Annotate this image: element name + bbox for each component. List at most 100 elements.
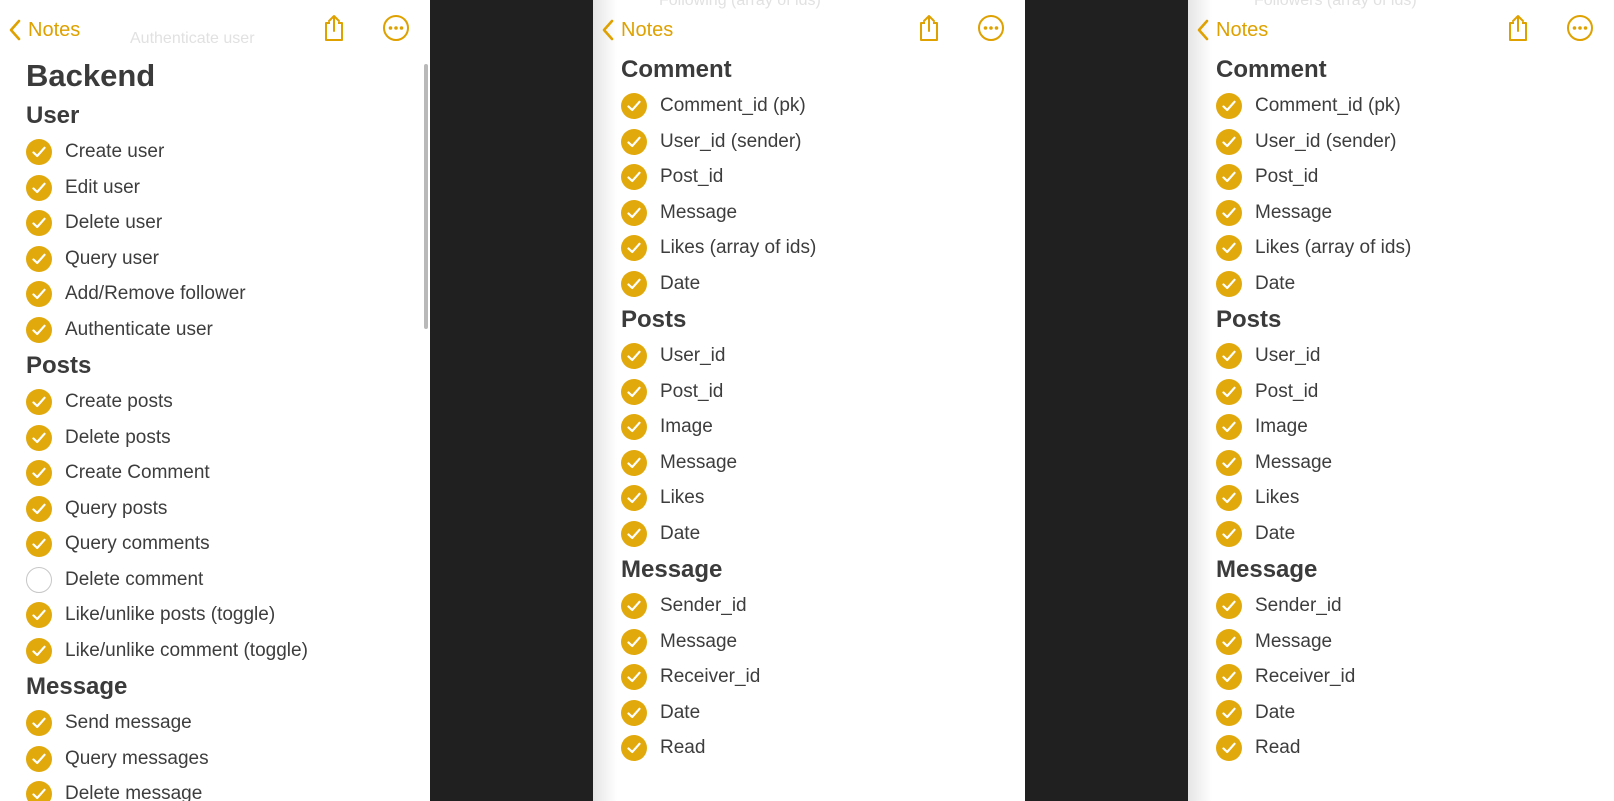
checklist-item: Message	[621, 198, 737, 228]
checkmark-circle-icon[interactable]	[621, 128, 647, 155]
share-icon	[1506, 14, 1530, 47]
checkmark-circle-icon[interactable]	[621, 664, 647, 690]
checklist-item-label: Post_id	[1255, 166, 1319, 187]
checkmark-circle-icon[interactable]	[1216, 414, 1242, 440]
checkmark-circle-icon[interactable]	[26, 602, 52, 628]
checklist-item-label: User_id	[1255, 345, 1321, 366]
checkmark-circle-icon[interactable]	[621, 199, 647, 226]
checklist-item: Like/unlike comment (toggle)	[26, 636, 308, 666]
checkmark-circle-icon[interactable]	[621, 628, 647, 655]
checklist-item-label: User_id (sender)	[660, 130, 802, 152]
checkmark-circle-icon[interactable]	[1216, 628, 1242, 655]
ellipsis-circle-icon	[1566, 14, 1594, 47]
checkmark-circle-icon[interactable]	[621, 343, 647, 369]
checkmark-circle-icon[interactable]	[26, 495, 52, 522]
checkmark-circle-icon[interactable]	[621, 699, 647, 726]
checklist-item: Message	[1216, 198, 1332, 228]
checkmark-circle-icon[interactable]	[1216, 735, 1242, 761]
checklist-item-label: Date	[1255, 522, 1296, 544]
checklist-item: Message	[1216, 627, 1332, 657]
checklist-item-label: Date	[660, 701, 701, 723]
checkmark-circle-icon[interactable]	[26, 174, 52, 201]
checkmark-circle-icon[interactable]	[26, 245, 52, 272]
checklist-item-label: Image	[1255, 416, 1308, 437]
checkmark-circle-icon[interactable]	[621, 270, 647, 297]
checkmark-circle-icon[interactable]	[621, 414, 647, 440]
checklist-item-label: Sender_id	[1255, 595, 1342, 616]
checkmark-circle-icon[interactable]	[621, 449, 647, 476]
checkmark-circle-icon[interactable]	[621, 235, 647, 261]
checkmark-circle-icon[interactable]	[1216, 128, 1242, 155]
checklist-item: Post_id	[1216, 162, 1318, 192]
checklist-item: Send message	[26, 708, 192, 738]
checkmark-circle-icon[interactable]	[621, 93, 647, 119]
back-button[interactable]: Notes	[1196, 16, 1268, 44]
checkmark-circle-icon[interactable]	[1216, 343, 1242, 369]
checklist-item: Add/Remove follower	[26, 279, 246, 309]
checklist-item: User_id (sender)	[621, 127, 802, 157]
navigation-bar: Notes	[593, 0, 1025, 62]
share-button[interactable]	[1502, 14, 1534, 46]
checkmark-circle-icon[interactable]	[1216, 699, 1242, 726]
more-button[interactable]	[1564, 14, 1596, 46]
checklist-item-label: Comment_id (pk)	[660, 95, 806, 116]
checklist-item: Delete user	[26, 208, 162, 238]
panel-shadow	[1188, 0, 1212, 801]
checklist-item: Post_id	[621, 377, 723, 407]
checklist-item: Date	[621, 698, 700, 728]
checkmark-circle-icon[interactable]	[621, 593, 647, 619]
checkmark-circle-icon[interactable]	[26, 781, 52, 801]
checkmark-circle-icon[interactable]	[1216, 199, 1242, 226]
checkmark-circle-icon[interactable]	[26, 139, 52, 165]
checkmark-circle-icon[interactable]	[26, 316, 52, 343]
scrollbar[interactable]	[424, 64, 428, 329]
checkmark-circle-icon[interactable]	[1216, 449, 1242, 476]
checklist-item: Sender_id	[1216, 591, 1342, 621]
checklist-item: User_id	[621, 341, 725, 371]
share-button[interactable]	[913, 14, 945, 46]
checkmark-circle-icon[interactable]	[26, 710, 52, 736]
checkmark-circle-icon[interactable]	[1216, 93, 1242, 119]
back-button[interactable]: Notes	[601, 16, 673, 44]
checklist-item-label: Send message	[65, 712, 192, 733]
checkmark-circle-icon[interactable]	[26, 745, 52, 772]
checkmark-circle-icon[interactable]	[621, 485, 647, 511]
checklist-item: Comment_id (pk)	[1216, 91, 1401, 121]
checklist-item-label: Delete message	[65, 783, 203, 801]
checklist-item: Likes (array of ids)	[1216, 233, 1411, 263]
checkmark-circle-icon[interactable]	[26, 281, 52, 307]
checklist-item: Query comments	[26, 529, 210, 559]
empty-circle-icon[interactable]	[26, 566, 52, 593]
navigation-bar: Notes	[1188, 0, 1614, 62]
checklist-item-label: Query messages	[65, 747, 209, 769]
more-button[interactable]	[380, 14, 412, 46]
checklist-item-label: Message	[1255, 630, 1333, 652]
note-title: Backend	[26, 58, 156, 93]
checkmark-circle-icon[interactable]	[621, 520, 647, 547]
note-panel-3: Followers (array of ids) Notes Comment Co…	[1188, 0, 1614, 801]
checkmark-circle-icon[interactable]	[621, 378, 647, 405]
share-button[interactable]	[318, 14, 350, 46]
checklist-item-label: Delete user	[65, 212, 163, 233]
checkmark-circle-icon[interactable]	[1216, 664, 1242, 690]
more-button[interactable]	[975, 14, 1007, 46]
checkmark-circle-icon[interactable]	[1216, 593, 1242, 619]
checklist-item-label: Like/unlike comment (toggle)	[65, 639, 308, 661]
checkmark-circle-icon[interactable]	[26, 637, 52, 664]
checkmark-circle-icon[interactable]	[1216, 485, 1242, 511]
checkmark-circle-icon[interactable]	[1216, 520, 1242, 547]
checkmark-circle-icon[interactable]	[621, 735, 647, 761]
checklist-item-label: Comment_id (pk)	[1255, 95, 1401, 116]
checkmark-circle-icon[interactable]	[26, 460, 52, 486]
checkmark-circle-icon[interactable]	[621, 164, 647, 190]
checkmark-circle-icon[interactable]	[1216, 164, 1242, 190]
checkmark-circle-icon[interactable]	[1216, 378, 1242, 405]
section-heading-message: Message	[1216, 556, 1318, 583]
back-button[interactable]: Notes	[8, 16, 80, 44]
checkmark-circle-icon[interactable]	[26, 424, 52, 451]
checkmark-circle-icon[interactable]	[1216, 270, 1242, 297]
checkmark-circle-icon[interactable]	[26, 389, 52, 415]
checkmark-circle-icon[interactable]	[26, 210, 52, 236]
checkmark-circle-icon[interactable]	[1216, 235, 1242, 261]
checkmark-circle-icon[interactable]	[26, 531, 52, 557]
